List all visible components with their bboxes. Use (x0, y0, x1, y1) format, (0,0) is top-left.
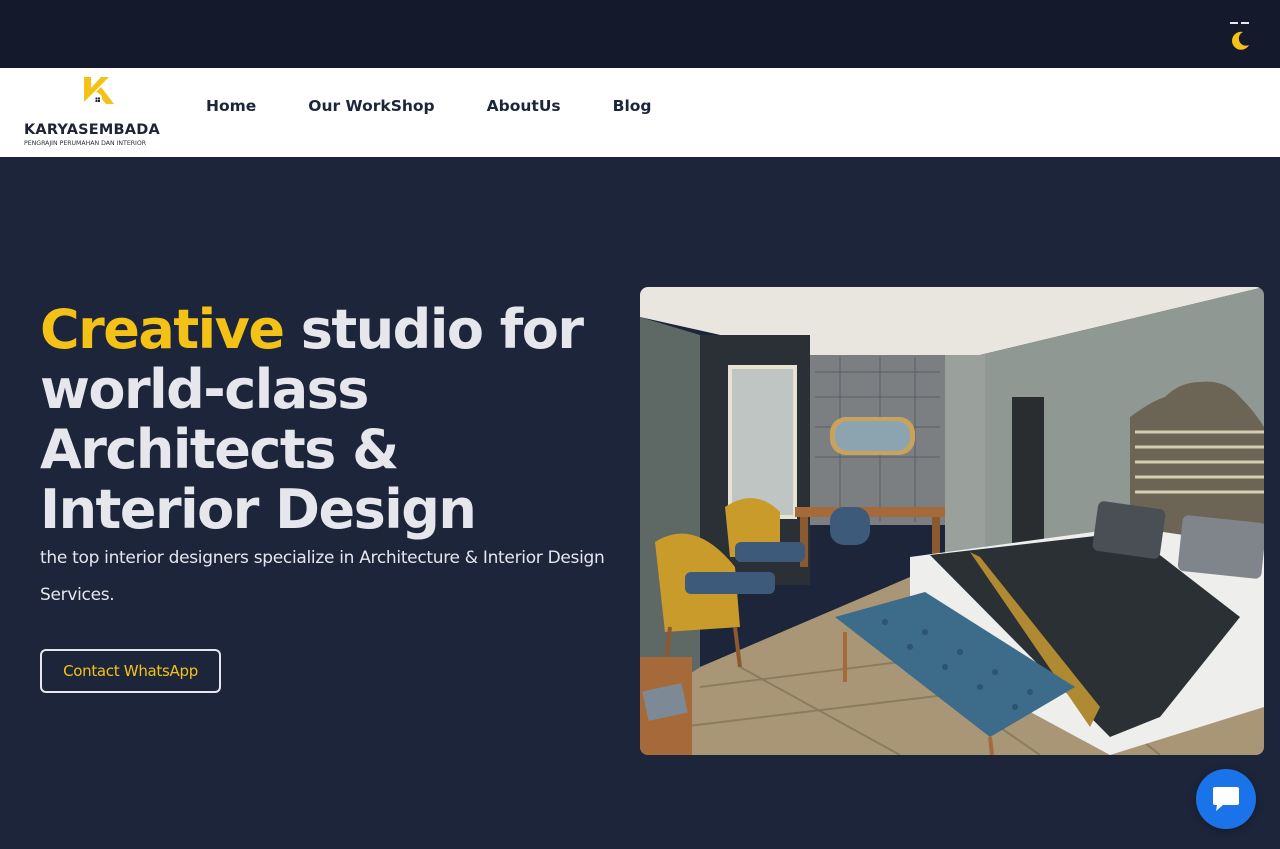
hero-title: Creative studio for world-class Architec… (40, 300, 620, 540)
hero-title-accent: Creative (40, 298, 285, 361)
brand-logo[interactable]: KARYASEMBADA PENGRAJIN PERUMAHAN DAN INT… (24, 74, 176, 150)
hotel-bedroom-photo (640, 287, 1264, 755)
brand-tagline: PENGRAJIN PERUMAHAN DAN INTERIOR (24, 140, 147, 147)
hero-image (640, 287, 1264, 755)
moon-icon (1232, 31, 1249, 50)
logo-k-mark-icon (84, 77, 114, 104)
theme-toggle-button[interactable] (1226, 18, 1254, 54)
nav-link-our-workshop[interactable]: Our WorkShop (308, 97, 434, 115)
brand-name: KARYASEMBADA (24, 122, 160, 138)
hero-subtitle: the top interior designers specialize in… (40, 548, 605, 605)
contact-whatsapp-button[interactable]: Contact WhatsApp (40, 649, 221, 693)
chat-bubble-icon (1213, 787, 1239, 811)
nav-link-home[interactable]: Home (206, 97, 256, 115)
nav-link-about-us[interactable]: AboutUs (487, 97, 561, 115)
main-nav: Home Our WorkShop AboutUs Blog (206, 97, 652, 115)
toggle-indicator (1230, 22, 1250, 24)
navbar: KARYASEMBADA PENGRAJIN PERUMAHAN DAN INT… (0, 68, 1280, 157)
live-chat-button[interactable] (1196, 769, 1256, 829)
nav-link-blog[interactable]: Blog (613, 97, 652, 115)
top-bar (0, 0, 1280, 68)
